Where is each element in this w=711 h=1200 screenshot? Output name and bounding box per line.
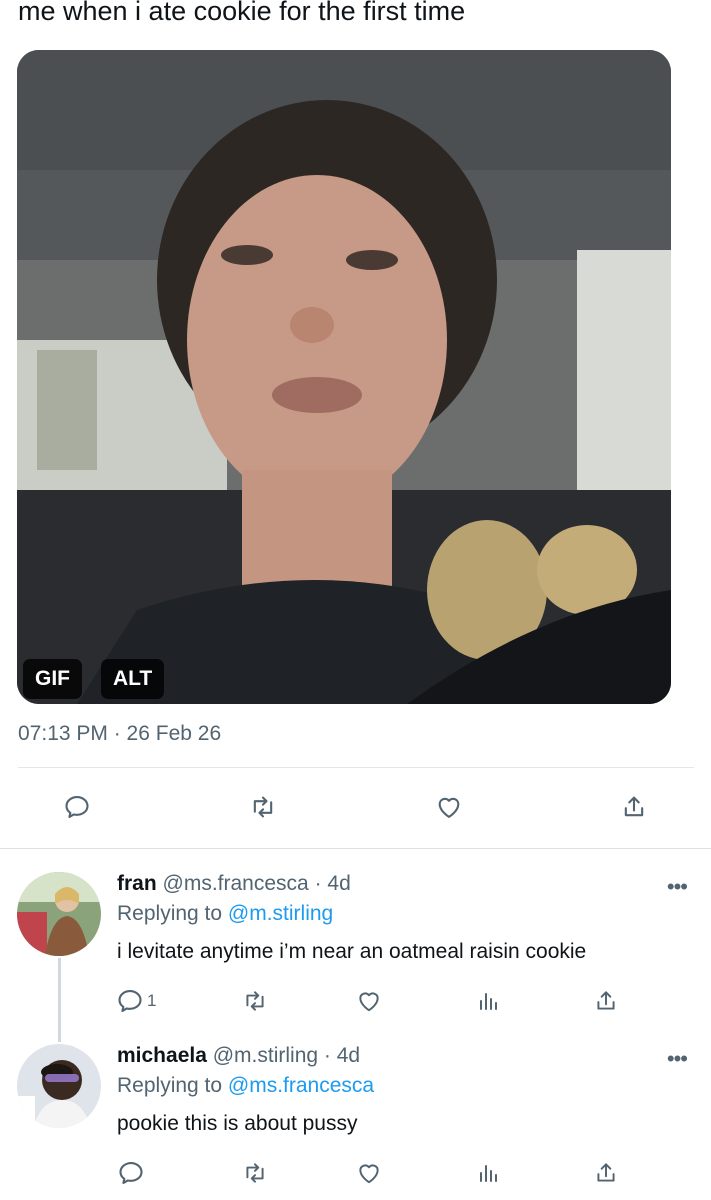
analytics-button[interactable] (474, 986, 504, 1016)
replying-to-mention[interactable]: @m.stirling (228, 902, 333, 925)
gif-badge: GIF (23, 659, 82, 699)
divider (18, 767, 694, 768)
replying-to-line: Replying to @ms.francesca (117, 1074, 374, 1098)
analytics-button[interactable] (474, 1158, 504, 1188)
share-icon (597, 1163, 615, 1182)
heart-icon (359, 1164, 379, 1184)
reply-button[interactable] (60, 790, 94, 824)
reply-author-handle[interactable]: @ms.francesca (163, 872, 309, 895)
reply-icon (65, 796, 89, 818)
share-icon (597, 991, 615, 1010)
share-button[interactable] (591, 1158, 621, 1188)
reply-author-name[interactable]: michaela (117, 1044, 207, 1067)
avatar-image (17, 872, 101, 956)
analytics-icon (480, 993, 497, 1010)
retweet-icon (246, 991, 264, 1011)
reply-header: michaela @m.stirling · 4d (117, 1044, 360, 1068)
share-button[interactable] (591, 986, 621, 1016)
retweet-button[interactable] (246, 790, 280, 824)
tweet-text: me when i ate cookie for the first time (18, 0, 466, 26)
tweet-gif-media[interactable] (17, 50, 671, 704)
analytics-icon (480, 1165, 497, 1182)
replying-to-prefix: Replying to (117, 1074, 228, 1097)
share-icon (624, 796, 644, 817)
reply-author-handle[interactable]: @m.stirling (213, 1044, 318, 1067)
reply-count: 1 (147, 991, 157, 1010)
reply-button[interactable]: 1 (116, 986, 156, 1016)
gif-frame-image (17, 50, 671, 704)
avatar[interactable] (17, 1044, 101, 1128)
reply-age: · 4d (323, 1044, 361, 1067)
replying-to-line: Replying to @m.stirling (117, 902, 333, 926)
more-options-button[interactable]: ••• (667, 1046, 688, 1072)
thread-connector-line (58, 958, 61, 1042)
like-button[interactable] (354, 1158, 384, 1188)
reply-author-name[interactable]: fran (117, 872, 157, 895)
reply-icon (119, 1162, 143, 1184)
alt-text-badge[interactable]: ALT (101, 659, 165, 699)
retweet-button[interactable] (240, 1158, 270, 1188)
avatar[interactable] (17, 872, 101, 956)
heart-icon (438, 797, 460, 818)
tweet-timestamp[interactable]: 07:13 PM · 26 Feb 26 (18, 722, 221, 746)
more-options-button[interactable]: ••• (667, 874, 688, 900)
reply-text: i levitate anytime i’m near an oatmeal r… (117, 940, 587, 963)
replying-to-prefix: Replying to (117, 902, 228, 925)
reply-button[interactable] (116, 1158, 146, 1188)
share-button[interactable] (617, 790, 651, 824)
retweet-icon (246, 1163, 264, 1183)
avatar-image (17, 1044, 101, 1128)
replying-to-mention[interactable]: @ms.francesca (228, 1074, 374, 1097)
like-button[interactable] (432, 790, 466, 824)
divider (0, 848, 711, 849)
retweet-button[interactable] (240, 986, 270, 1016)
retweet-icon (253, 796, 273, 818)
heart-icon (359, 992, 379, 1012)
reply-age: · 4d (314, 872, 351, 895)
reply-text: pookie this is about pussy (117, 1112, 358, 1135)
reply-header: fran @ms.francesca · 4d (117, 872, 351, 896)
like-button[interactable] (354, 986, 384, 1016)
reply-icon (118, 990, 142, 1012)
